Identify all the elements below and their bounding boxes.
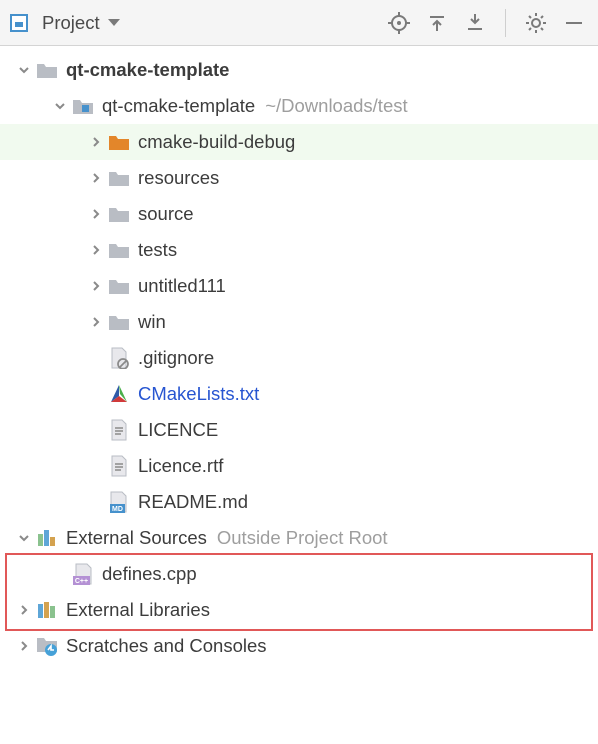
chevron-down-icon[interactable]	[14, 64, 34, 76]
chevron-right-icon[interactable]	[14, 604, 34, 616]
tree-node-label: External Sources	[66, 527, 207, 549]
scratches-icon	[34, 635, 60, 657]
tree-node-label: untitled111	[138, 275, 226, 297]
file-ignore-icon	[106, 347, 132, 369]
cpp-file-icon: C++	[70, 563, 96, 585]
project-tree: qt-cmake-template qt-cmake-template ~/Do…	[0, 46, 598, 664]
tree-node-licence[interactable]: LICENCE	[0, 412, 598, 448]
tree-node-label: .gitignore	[138, 347, 214, 369]
svg-text:C++: C++	[75, 578, 88, 585]
tree-node-external-libraries[interactable]: External Libraries	[0, 592, 598, 628]
module-icon	[70, 97, 96, 115]
text-file-icon	[106, 455, 132, 477]
tree-node-defines-cpp[interactable]: C++ defines.cpp	[0, 556, 598, 592]
folder-icon	[106, 277, 132, 295]
chevron-right-icon[interactable]	[86, 244, 106, 256]
project-view-icon	[10, 14, 28, 32]
chevron-right-icon[interactable]	[86, 136, 106, 148]
markdown-file-icon: MD	[106, 491, 132, 513]
folder-icon	[34, 61, 60, 79]
tree-node-path: ~/Downloads/test	[265, 95, 407, 117]
folder-icon	[106, 205, 132, 223]
folder-icon	[106, 169, 132, 187]
tree-node-label: win	[138, 311, 166, 333]
view-selector-label: Project	[42, 12, 100, 34]
chevron-down-icon	[108, 19, 120, 26]
view-selector[interactable]: Project	[10, 12, 120, 34]
tree-node-readme[interactable]: MD README.md	[0, 484, 598, 520]
tree-node-label: defines.cpp	[102, 563, 197, 585]
toolbar-separator	[505, 9, 506, 37]
tree-node-resources[interactable]: resources	[0, 160, 598, 196]
tree-node-cmakelists[interactable]: CMakeLists.txt	[0, 376, 598, 412]
external-libraries-icon	[34, 600, 60, 620]
tree-node-hint: Outside Project Root	[217, 527, 388, 549]
tree-node-label: External Libraries	[66, 599, 210, 621]
cmake-file-icon	[106, 384, 132, 404]
tree-node-licence-rtf[interactable]: Licence.rtf	[0, 448, 598, 484]
tree-node-label: LICENCE	[138, 419, 218, 441]
toolbar-left: Project	[10, 12, 385, 34]
chevron-right-icon[interactable]	[86, 172, 106, 184]
chevron-down-icon[interactable]	[50, 100, 70, 112]
tree-node-label: qt-cmake-template	[102, 95, 255, 117]
tree-node-cmake-build-debug[interactable]: cmake-build-debug	[0, 124, 598, 160]
chevron-right-icon[interactable]	[14, 640, 34, 652]
tree-node-tests[interactable]: tests	[0, 232, 598, 268]
svg-text:MD: MD	[112, 506, 123, 513]
external-sources-icon	[34, 528, 60, 548]
tree-node-label: resources	[138, 167, 219, 189]
expand-all-icon[interactable]	[423, 9, 451, 37]
tree-node-scratches[interactable]: Scratches and Consoles	[0, 628, 598, 664]
tree-node-source[interactable]: source	[0, 196, 598, 232]
chevron-down-icon[interactable]	[14, 532, 34, 544]
toolbar-right	[385, 9, 588, 37]
folder-icon	[106, 241, 132, 259]
tree-node-label: Scratches and Consoles	[66, 635, 267, 657]
text-file-icon	[106, 419, 132, 441]
chevron-right-icon[interactable]	[86, 316, 106, 328]
tree-node-external-sources[interactable]: External Sources Outside Project Root	[0, 520, 598, 556]
tree-node-label: Licence.rtf	[138, 455, 223, 477]
tree-node-label: cmake-build-debug	[138, 131, 295, 153]
folder-excluded-icon	[106, 133, 132, 151]
tree-node-untitled[interactable]: untitled111	[0, 268, 598, 304]
tree-node-gitignore[interactable]: .gitignore	[0, 340, 598, 376]
gear-icon[interactable]	[522, 9, 550, 37]
tree-node-label: CMakeLists.txt	[138, 383, 259, 405]
tree-node-win[interactable]: win	[0, 304, 598, 340]
chevron-right-icon[interactable]	[86, 208, 106, 220]
tree-node-root[interactable]: qt-cmake-template	[0, 52, 598, 88]
tree-node-label: qt-cmake-template	[66, 59, 229, 81]
locate-icon[interactable]	[385, 9, 413, 37]
tree-node-module[interactable]: qt-cmake-template ~/Downloads/test	[0, 88, 598, 124]
folder-icon	[106, 313, 132, 331]
project-pane-toolbar: Project	[0, 0, 598, 46]
chevron-right-icon[interactable]	[86, 280, 106, 292]
tree-node-label: source	[138, 203, 194, 225]
collapse-all-icon[interactable]	[461, 9, 489, 37]
tree-node-label: README.md	[138, 491, 248, 513]
tree-node-label: tests	[138, 239, 177, 261]
minimize-icon[interactable]	[560, 9, 588, 37]
